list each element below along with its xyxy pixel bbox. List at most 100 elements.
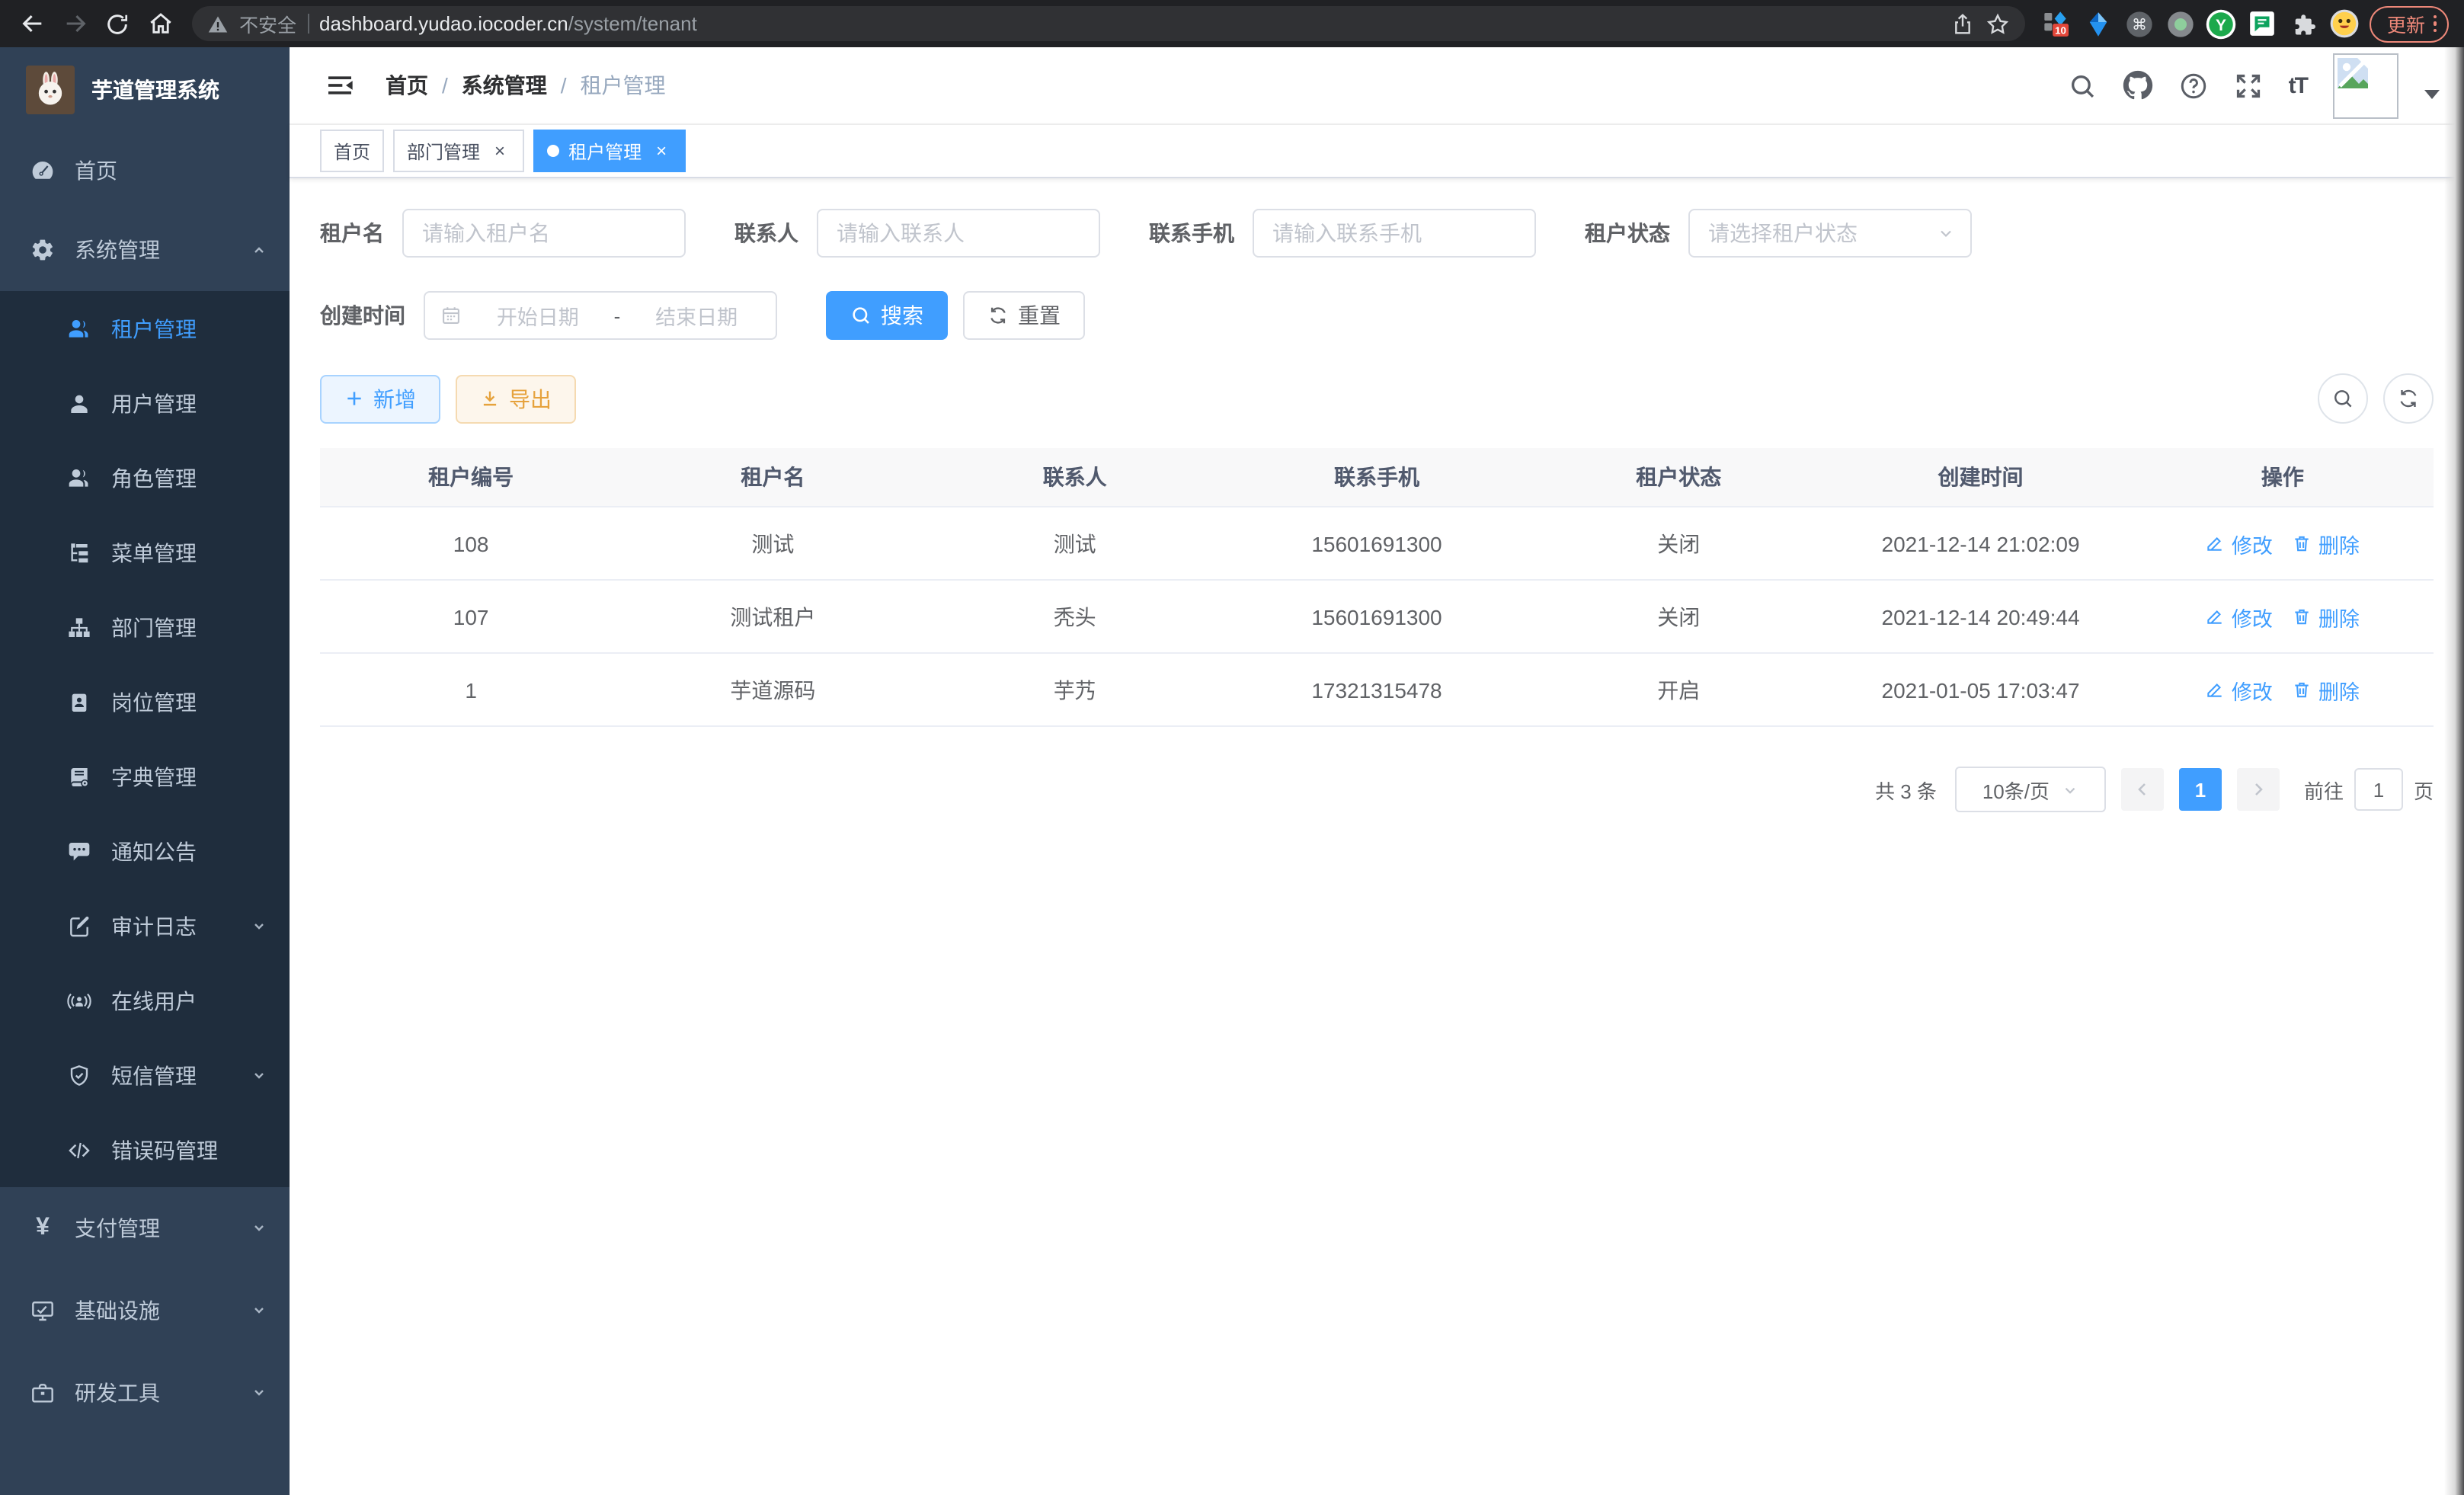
header-search-button[interactable]	[2068, 71, 2097, 100]
refresh-icon	[987, 305, 1009, 326]
profile-avatar-icon[interactable]	[2329, 8, 2361, 40]
sidebar-item-system[interactable]: 系统管理	[0, 209, 290, 291]
contact-input[interactable]	[817, 209, 1100, 258]
browser-menu-kebab-icon[interactable]	[2433, 15, 2437, 33]
delete-link[interactable]: 删除	[2293, 674, 2360, 705]
add-button[interactable]: 新增	[320, 374, 440, 423]
fullscreen-button[interactable]	[2234, 71, 2263, 100]
avatar-dropdown-caret-icon[interactable]	[2424, 90, 2440, 99]
tab-tenant-active[interactable]: 租户管理	[533, 130, 686, 172]
status-select[interactable]: 请选择租户状态	[1688, 209, 1972, 258]
delete-link[interactable]: 删除	[2293, 528, 2360, 559]
button-label: 搜索	[881, 300, 923, 331]
edit-link[interactable]: 修改	[2206, 674, 2273, 705]
cell-status: 关闭	[1528, 507, 1829, 580]
sidebar-item-notice[interactable]: 通知公告	[0, 814, 290, 888]
help-button[interactable]	[2179, 71, 2208, 100]
sidebar-item-role[interactable]: 角色管理	[0, 440, 290, 515]
search-button[interactable]: 搜索	[826, 291, 948, 340]
sidebar-item-sms[interactable]: 短信管理	[0, 1038, 290, 1112]
edit-link[interactable]: 修改	[2206, 528, 2273, 559]
sidebar-item-dept[interactable]: 部门管理	[0, 590, 290, 664]
sidebar-item-tenant[interactable]: 租户管理	[0, 291, 290, 366]
filter-phone: 联系手机	[1149, 209, 1536, 258]
sidebar-item-label: 支付管理	[75, 1213, 230, 1244]
hamburger-icon	[325, 70, 355, 101]
user-icon	[67, 391, 91, 415]
chrome-update-button[interactable]: 更新	[2370, 5, 2449, 42]
tenant-name-input[interactable]	[402, 209, 686, 258]
reset-button[interactable]: 重置	[963, 291, 1085, 340]
extension-y-icon[interactable]: Y	[2206, 8, 2238, 40]
address-bar[interactable]: 不安全 dashboard.yudao.iocoder.cn/system/te…	[192, 6, 2026, 41]
sidebar-item-audit-log[interactable]: 审计日志	[0, 888, 290, 963]
close-icon[interactable]	[651, 140, 672, 162]
url-text: dashboard.yudao.iocoder.cn/system/tenant	[319, 12, 1941, 35]
cell-created: 2021-01-05 17:03:47	[1829, 653, 2131, 726]
sidebar-item-user[interactable]: 用户管理	[0, 366, 290, 440]
browser-forward-button[interactable]	[58, 7, 91, 40]
browser-home-button[interactable]	[143, 7, 177, 40]
next-page-button[interactable]	[2237, 768, 2280, 811]
tab-home[interactable]: 首页	[320, 130, 384, 172]
hide-search-button[interactable]	[2318, 373, 2368, 424]
github-link[interactable]	[2123, 70, 2153, 101]
breadcrumb-system[interactable]: 系统管理	[462, 70, 547, 101]
sidebar-item-label: 系统管理	[75, 235, 230, 265]
sidebar-collapse-button[interactable]	[312, 70, 367, 101]
extension-chat-icon[interactable]	[2247, 8, 2279, 40]
sidebar-item-label: 短信管理	[111, 1060, 230, 1090]
close-icon[interactable]	[489, 140, 510, 162]
sidebar-item-post[interactable]: 岗位管理	[0, 664, 290, 739]
phone-input[interactable]	[1253, 209, 1536, 258]
pagination-goto: 前往 页	[2304, 768, 2434, 811]
share-icon[interactable]	[1951, 11, 1976, 36]
download-icon	[480, 389, 500, 408]
sidebar-item-label: 通知公告	[111, 836, 268, 866]
extension-command-icon[interactable]: ⌘	[2123, 8, 2155, 40]
trash-icon	[2293, 607, 2312, 626]
omnibox-divider	[307, 14, 309, 34]
extension-badge-icon[interactable]: 10	[2041, 8, 2073, 40]
edit-link[interactable]: 修改	[2206, 601, 2273, 632]
tab-label: 租户管理	[568, 138, 642, 164]
chevron-right-icon	[2249, 780, 2267, 799]
bookmark-star-icon[interactable]	[1986, 11, 2011, 36]
extensions-puzzle-icon[interactable]	[2288, 8, 2320, 40]
breadcrumb-home[interactable]: 首页	[386, 70, 428, 101]
extension-green-dot-icon[interactable]	[2165, 8, 2197, 40]
sidebar-item-home[interactable]: 首页	[0, 133, 290, 209]
browser-reload-button[interactable]	[101, 7, 134, 40]
chevron-down-icon	[2062, 781, 2078, 798]
sidebar-item-pay[interactable]: ¥ 支付管理	[0, 1187, 290, 1269]
sidebar-logo[interactable]: 芋道管理系统	[0, 47, 290, 133]
cell-actions: 修改删除	[2132, 507, 2434, 580]
browser-back-button[interactable]	[15, 7, 49, 40]
sidebar-item-dict[interactable]: 字典管理	[0, 739, 290, 814]
sidebar-item-menu[interactable]: 菜单管理	[0, 515, 290, 590]
sidebar-item-error-code[interactable]: 错误码管理	[0, 1112, 290, 1187]
tab-label: 首页	[334, 138, 370, 164]
font-size-icon[interactable]: tT	[2289, 72, 2307, 98]
extension-kite-icon[interactable]	[2082, 8, 2114, 40]
delete-link[interactable]: 删除	[2293, 601, 2360, 632]
sidebar-item-online-user[interactable]: 在线用户	[0, 963, 290, 1038]
user-avatar[interactable]	[2333, 53, 2398, 118]
url-path: /system/tenant	[568, 12, 697, 35]
col-actions: 操作	[2132, 448, 2434, 507]
cell-phone: 17321315478	[1226, 653, 1528, 726]
page-size-select[interactable]: 10条/页	[1955, 767, 2106, 812]
date-range-input[interactable]: 开始日期 - 结束日期	[424, 291, 777, 340]
export-button[interactable]: 导出	[456, 374, 576, 423]
current-page-button[interactable]: 1	[2179, 768, 2222, 811]
page-content: 租户名 联系人 联系手机 租户状态 请选择租户状态	[290, 178, 2464, 1495]
prev-page-button[interactable]	[2121, 768, 2164, 811]
tenant-table: 租户编号 租户名 联系人 联系手机 租户状态 创建时间 操作 108 测试	[320, 448, 2434, 727]
search-icon	[2068, 71, 2097, 100]
refresh-table-button[interactable]	[2383, 373, 2434, 424]
goto-page-input[interactable]	[2354, 768, 2403, 811]
cell-tenant-id: 1	[320, 653, 622, 726]
tab-dept[interactable]: 部门管理	[393, 130, 524, 172]
sidebar-item-dev-tools[interactable]: 研发工具	[0, 1352, 290, 1434]
sidebar-item-infra[interactable]: 基础设施	[0, 1269, 290, 1352]
